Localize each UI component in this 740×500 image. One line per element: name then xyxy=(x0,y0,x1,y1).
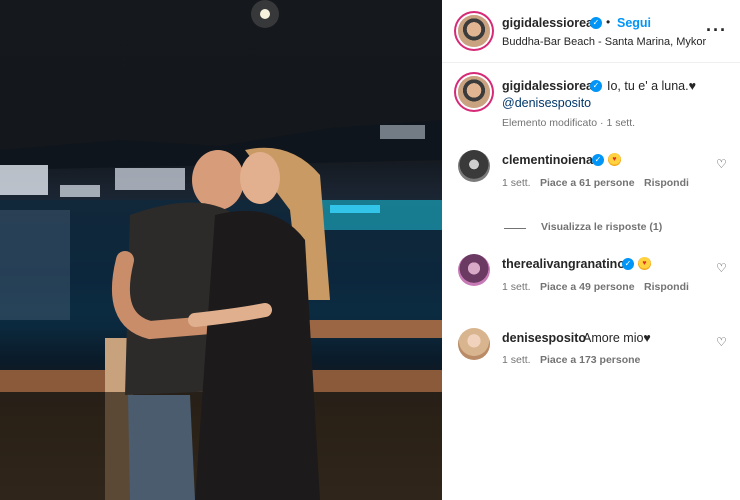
comment-username[interactable]: therealivangranatino xyxy=(502,257,625,271)
reply-button[interactable]: Rispondi xyxy=(644,281,689,293)
lit-water xyxy=(320,200,442,230)
yacht xyxy=(0,165,48,195)
post-sidebar: gigidalessioreal ✓ • Segui Buddha-Bar Be… xyxy=(442,0,740,500)
woman-head xyxy=(240,152,280,204)
heart-outline-icon[interactable]: ♡ xyxy=(716,261,727,275)
heart-outline-icon[interactable]: ♡ xyxy=(716,335,727,349)
caption-meta: Elemento modificato · 1 sett. xyxy=(502,117,636,129)
comment-time[interactable]: 1 sett. xyxy=(502,354,531,366)
verified-badge-icon: ✓ xyxy=(590,80,602,92)
caption-text: Io, tu e' a luna.♥ xyxy=(607,79,697,93)
more-options-icon[interactable]: ··· xyxy=(706,20,727,41)
reply-button[interactable]: Rispondi xyxy=(644,177,689,189)
yacht xyxy=(380,125,425,139)
caption-username[interactable]: gigidalessioreal xyxy=(502,79,596,93)
comment-likes[interactable]: Piace a 173 persone xyxy=(540,354,640,366)
yacht xyxy=(60,185,100,197)
follow-button[interactable]: Segui xyxy=(617,16,651,30)
post-header: gigidalessioreal ✓ • Segui Buddha-Bar Be… xyxy=(442,0,740,63)
view-replies-button[interactable]: Visualizza le risposte (1) xyxy=(541,221,662,233)
blank-area xyxy=(442,370,740,500)
yacht xyxy=(330,205,380,213)
comment-time[interactable]: 1 sett. xyxy=(502,281,531,293)
replies-divider xyxy=(504,228,526,229)
heart-eyes-emoji-icon: ♥ xyxy=(638,257,651,270)
verified-badge-icon: ✓ xyxy=(590,17,602,29)
photo-scene xyxy=(0,0,442,500)
separator-dot: • xyxy=(606,15,611,29)
comment-text: Amore mio♥ xyxy=(583,331,651,345)
comment-username[interactable]: clementinoiena xyxy=(502,153,593,167)
post-location[interactable]: Buddha-Bar Beach - Santa Marina, Mykor xyxy=(502,36,706,48)
heart-eyes-emoji-icon: ♥ xyxy=(608,153,621,166)
comment-avatar[interactable] xyxy=(458,150,490,182)
post-photo[interactable] xyxy=(0,0,442,500)
comment-time[interactable]: 1 sett. xyxy=(502,177,531,189)
moon-glow xyxy=(251,0,279,28)
reflection xyxy=(0,210,70,320)
caption-avatar[interactable] xyxy=(458,76,490,108)
comment-likes[interactable]: Piace a 49 persone xyxy=(540,281,635,293)
woman-dress xyxy=(195,210,320,500)
caption-mention[interactable]: @denisesposito xyxy=(502,96,591,110)
comment-likes[interactable]: Piace a 61 persone xyxy=(540,177,635,189)
comment-avatar[interactable] xyxy=(458,328,490,360)
yacht xyxy=(115,168,185,190)
verified-badge-icon: ✓ xyxy=(622,258,634,270)
heart-outline-icon[interactable]: ♡ xyxy=(716,157,727,171)
author-avatar[interactable] xyxy=(458,15,490,47)
man-jeans xyxy=(128,395,195,500)
man-head xyxy=(192,150,244,210)
comment-username[interactable]: denisesposito xyxy=(502,331,586,345)
comment-avatar[interactable] xyxy=(458,254,490,286)
author-username[interactable]: gigidalessioreal xyxy=(502,16,596,30)
wooden-railing xyxy=(300,320,442,338)
verified-badge-icon: ✓ xyxy=(592,154,604,166)
